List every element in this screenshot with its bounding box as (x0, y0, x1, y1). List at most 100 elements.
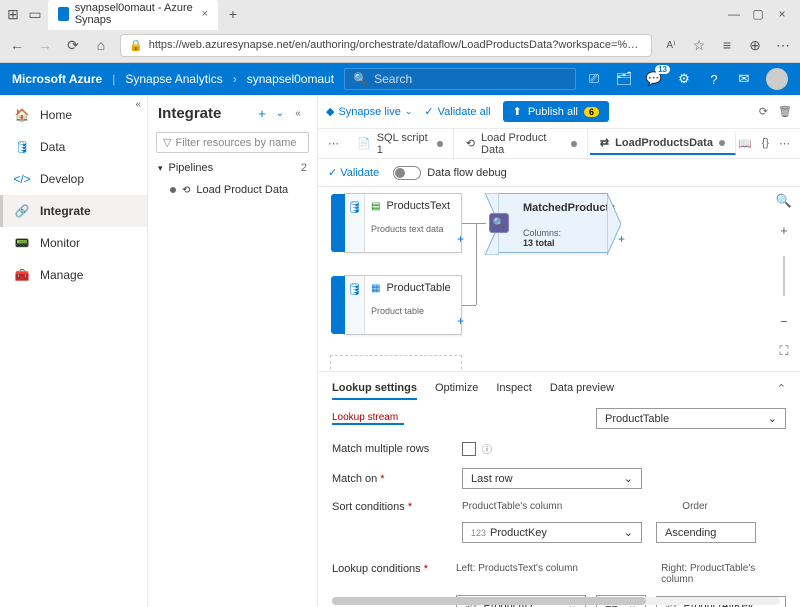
validate-button[interactable]: ✓ Validate (328, 166, 379, 179)
lookup-stream-select[interactable]: ProductTable⌄ (596, 408, 786, 429)
product-label[interactable]: Synapse Analytics (125, 72, 222, 86)
collections-icon[interactable]: ⊕ (746, 36, 764, 54)
dataflow-canvas[interactable]: 🔍 + − ⛶ ⤢ 🛢 ▤ProductsText Products text … (318, 187, 800, 371)
tab-actions-icon[interactable]: ▭ (26, 5, 44, 23)
add-source-placeholder[interactable] (330, 355, 462, 371)
workspace-label[interactable]: synapsel0omaut (247, 72, 334, 86)
learn-icon[interactable]: 📖 (738, 137, 752, 150)
code-view-icon[interactable]: {} (762, 137, 769, 150)
url-field[interactable]: 🔒 https://web.azuresynapse.net/en/author… (120, 34, 652, 57)
maximize-icon[interactable]: ▢ (752, 8, 764, 20)
main-layout: « 🏠 Home 🛢 Data </> Develop 🔗 Integrate … (0, 95, 800, 607)
settings-gear-icon[interactable]: ⚙ (676, 71, 692, 87)
browser-tab[interactable]: synapsel0omaut - Azure Synaps × (48, 0, 218, 30)
global-search-input[interactable]: 🔍 Search (344, 68, 576, 90)
add-transform-icon[interactable]: + (457, 314, 464, 328)
integrate-nav-icon: 🔗 (14, 203, 30, 219)
synapse-live-dropdown[interactable]: ◆ Synapse live ⌄ (326, 105, 412, 118)
nav-develop[interactable]: </> Develop (0, 163, 147, 195)
scroll-thumb[interactable] (332, 597, 646, 605)
filter-icon: ▽ (163, 136, 171, 149)
add-transform-icon[interactable]: + (618, 232, 625, 246)
tab-optimize[interactable]: Optimize (435, 382, 478, 400)
menu-icon[interactable]: ⋯ (774, 36, 792, 54)
favorite-icon[interactable]: ☆ (690, 36, 708, 54)
close-window-icon[interactable]: × (776, 8, 788, 20)
add-resource-icon[interactable]: + (253, 106, 271, 121)
node-productstext[interactable]: 🛢 ▤ProductsText Products text data + (344, 193, 462, 253)
chevron-right-icon: › (233, 72, 237, 86)
zoom-out-icon[interactable]: − (780, 314, 788, 329)
tab-title: synapsel0omaut - Azure Synaps (75, 2, 196, 26)
workspace: ◆ Synapse live ⌄ ✓ Validate all ⬆ Publis… (318, 95, 800, 607)
order-select[interactable]: Ascending (656, 522, 756, 543)
node-matchedproducts[interactable]: 🔍 MatchedProducts Columns: 13 total + (498, 193, 608, 253)
tab-inspect[interactable]: Inspect (496, 382, 531, 400)
refresh-icon[interactable]: ⟳ (64, 36, 82, 54)
upload-icon: ⬆ (513, 105, 522, 118)
nav-monitor[interactable]: 📟 Monitor (0, 227, 147, 259)
validate-all-button[interactable]: ✓ Validate all (424, 105, 490, 118)
zoom-slider[interactable] (783, 256, 785, 296)
browser-tab-bar: ⊞ ▭ synapsel0omaut - Azure Synaps × + — … (0, 0, 800, 28)
sort-conditions-label: Sort conditions (332, 501, 462, 513)
nav-collapse-icon[interactable]: « (135, 99, 141, 110)
add-transform-icon[interactable]: + (457, 232, 464, 246)
directory-icon[interactable]: 🗂 (616, 71, 632, 87)
node-producttable[interactable]: 🛢 ▦ProductTable Product table + (344, 275, 462, 335)
pipelines-group[interactable]: ▾ Pipelines 2 (148, 157, 317, 179)
nav-manage[interactable]: 🧰 Manage (0, 259, 147, 291)
integrate-title: Integrate (158, 105, 253, 122)
discard-icon[interactable]: 🗑 (778, 105, 792, 118)
azure-header: Microsoft Azure | Synapse Analytics › sy… (0, 63, 800, 95)
notifications-icon[interactable]: 💬 (646, 71, 662, 87)
nav-integrate[interactable]: 🔗 Integrate (0, 195, 147, 227)
help-icon[interactable]: ? (706, 71, 722, 87)
match-rows-checkbox[interactable] (462, 442, 476, 456)
nav-data[interactable]: 🛢 Data (0, 131, 147, 163)
sql-icon: 📄 (357, 137, 371, 150)
sort-column-select[interactable]: 123ProductKey ⌄ (462, 522, 642, 543)
info-icon[interactable]: ⓘ (482, 441, 492, 456)
pipeline-item[interactable]: ⟲ Load Product Data (148, 179, 317, 201)
home-icon[interactable]: ⌂ (92, 36, 110, 54)
document-tabs: ⋯ 📄 SQL script 1 ⟲ Load Product Data ⇄ L… (318, 129, 800, 159)
unsaved-dot-icon (719, 140, 725, 146)
tab-data-preview[interactable]: Data preview (550, 382, 614, 400)
favorites-bar-icon[interactable]: ≡ (718, 36, 736, 54)
feedback-icon[interactable]: ✉ (736, 71, 752, 87)
check-icon: ✓ (328, 167, 337, 179)
back-icon[interactable]: ← (8, 36, 26, 54)
filter-input[interactable]: ▽ Filter resources by name (156, 132, 309, 153)
dataflow-debug-toggle[interactable] (393, 166, 421, 180)
chevron-down-icon: ⌄ (768, 412, 777, 425)
table-icon: ▦ (371, 283, 380, 294)
search-canvas-icon[interactable]: 🔍 (776, 193, 792, 209)
workspaces-icon[interactable]: ⊞ (4, 5, 22, 23)
cloud-shell-icon[interactable]: ⎚ (586, 71, 602, 87)
tab-loadproductsdata[interactable]: ⇄ LoadProductsData (590, 132, 736, 155)
nav-home[interactable]: 🏠 Home (0, 99, 147, 131)
user-avatar[interactable] (766, 68, 788, 90)
refresh-workspace-icon[interactable]: ⟳ (759, 105, 768, 118)
read-aloud-icon[interactable]: A⁾ (662, 36, 680, 54)
horizontal-scrollbar[interactable] (332, 597, 780, 605)
expand-icon[interactable]: ⌄ (271, 108, 289, 119)
more-tab-icon[interactable]: ⋯ (779, 137, 790, 150)
fit-screen-icon[interactable]: ⛶ (779, 343, 788, 359)
minimize-icon[interactable]: — (728, 8, 740, 20)
zoom-in-icon[interactable]: + (780, 223, 788, 238)
tab-load-product-data[interactable]: ⟲ Load Product Data (456, 128, 588, 160)
tab-sql-script[interactable]: 📄 SQL script 1 (347, 128, 454, 160)
unsaved-dot-icon (437, 141, 442, 147)
collapse-panel-icon[interactable]: ⌃ (777, 382, 786, 395)
close-tab-icon[interactable]: × (202, 8, 208, 20)
panel-collapse-icon[interactable]: « (289, 108, 307, 119)
publish-all-button[interactable]: ⬆ Publish all 6 (503, 101, 609, 122)
brand-label[interactable]: Microsoft Azure (12, 72, 102, 86)
tab-lookup-settings[interactable]: Lookup settings (332, 382, 417, 400)
new-tab-button[interactable]: + (222, 3, 244, 25)
tabs-overflow-icon[interactable]: ⋯ (322, 137, 345, 150)
match-on-select[interactable]: Last row⌄ (462, 468, 642, 489)
pipeline-icon: ⟲ (182, 185, 190, 196)
